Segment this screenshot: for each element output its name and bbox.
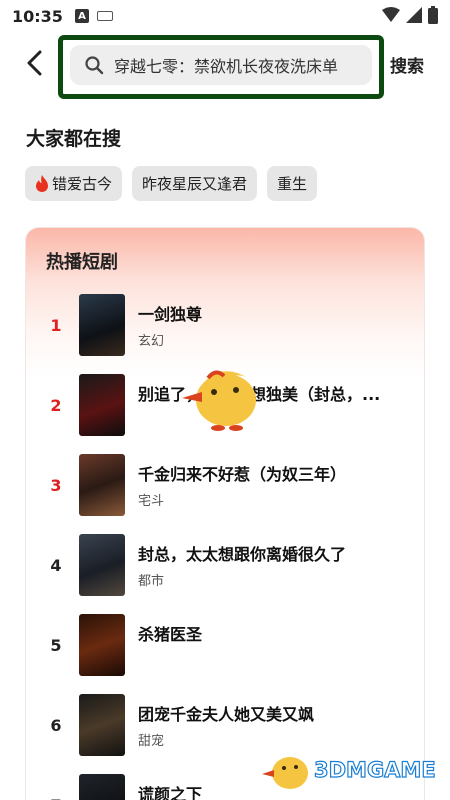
trending-chip-label: 错爱古今 [52, 175, 113, 193]
trending-chip-2[interactable]: 昨夜星辰又逢君 [132, 166, 258, 201]
drama-row[interactable]: 5 杀猪医圣 [26, 614, 426, 678]
watermark-mascot-icon [262, 757, 308, 789]
rank-number: 3 [50, 476, 62, 495]
drama-title: 杀猪医圣 [138, 625, 203, 644]
hot-dramas-title: 热播短剧 [46, 252, 118, 273]
app-notification-icon: A [74, 9, 89, 23]
search-input[interactable]: 穿越七零：禁欲机长夜夜洗床单 [70, 45, 372, 85]
drama-row[interactable]: 1 一剑独尊 玄幻 [26, 294, 426, 358]
rank-number: 5 [50, 636, 62, 655]
search-icon [85, 56, 104, 75]
mascot-icon [182, 370, 256, 431]
watermark: 3DMGAME [262, 748, 436, 792]
battery-icon [428, 6, 438, 24]
chevron-left-icon [27, 50, 42, 76]
drama-poster [79, 534, 125, 596]
drama-tag: 玄幻 [138, 334, 165, 349]
wifi-icon [382, 7, 400, 22]
trending-chip-1[interactable]: 错爱古今 [25, 166, 123, 201]
drama-row[interactable]: 3 千金归来不好惹（为奴三年） 宅斗 [26, 454, 426, 518]
rank-number: 6 [50, 716, 62, 735]
drama-poster [79, 774, 125, 800]
trending-title: 大家都在搜 [26, 128, 122, 150]
rank-number: 4 [50, 556, 62, 575]
drama-tag: 宅斗 [138, 494, 165, 509]
drama-poster [79, 374, 125, 436]
watermark-text: 3DMGAME [313, 757, 436, 782]
drama-tag: 甜宠 [138, 734, 165, 749]
search-query: 穿越七零：禁欲机长夜夜洗床单 [114, 57, 339, 76]
trending-chip-label: 昨夜星辰又逢君 [142, 175, 248, 193]
status-bar: 10:35 A [0, 0, 450, 32]
rank-number: 1 [50, 316, 62, 335]
drama-tag: 都市 [138, 574, 165, 589]
trending-chip-label: 重生 [277, 175, 308, 193]
flame-icon [36, 175, 48, 192]
trending-chips: 错爱古今 昨夜星辰又逢君 重生 [25, 166, 318, 201]
search-header: 穿越七零：禁欲机长夜夜洗床单 搜索 [0, 32, 450, 99]
trending-chip-3[interactable]: 重生 [267, 166, 318, 201]
rank-number: 2 [50, 396, 62, 415]
drama-poster [79, 454, 125, 516]
drama-title: 封总，太太想跟你离婚很久了 [138, 545, 347, 564]
drama-poster [79, 694, 125, 756]
drama-title: 一剑独尊 [138, 305, 203, 324]
rank-number: 7 [48, 796, 64, 800]
drama-title: 团宠千金夫人她又美又飒 [138, 705, 315, 724]
search-button[interactable]: 搜索 [390, 52, 424, 77]
signal-icon [406, 7, 422, 23]
status-time: 10:35 [12, 6, 63, 26]
hot-dramas-card: 热播短剧 1 一剑独尊 玄幻 2 别追了，太太只想独美（封总，... 3 千金归… [25, 227, 425, 800]
drama-poster [79, 294, 125, 356]
drama-poster [79, 614, 125, 676]
drama-row[interactable]: 4 封总，太太想跟你离婚很久了 都市 [26, 534, 426, 598]
keyboard-icon [96, 11, 113, 21]
drama-title: 千金归来不好惹（为奴三年） [138, 465, 347, 484]
back-button[interactable] [18, 46, 52, 80]
